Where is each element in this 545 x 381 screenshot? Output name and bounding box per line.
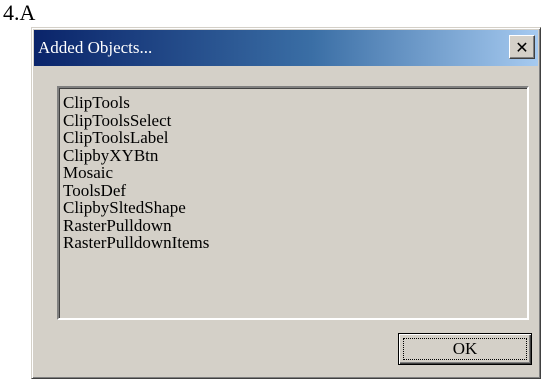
added-objects-dialog: Added Objects... ✕ ClipTools ClipToolsSe… bbox=[31, 27, 541, 379]
dialog-title: Added Objects... bbox=[38, 38, 153, 57]
ok-button-label: OK bbox=[452, 339, 478, 358]
list-item[interactable]: ClipTools bbox=[63, 94, 527, 112]
list-item[interactable]: ClipbySltedShape bbox=[63, 199, 527, 217]
list-item[interactable]: ToolsDef bbox=[63, 181, 527, 200]
list-item[interactable]: Mosaic bbox=[63, 164, 527, 182]
close-button[interactable]: ✕ bbox=[509, 35, 535, 59]
step-label: 4.A bbox=[3, 0, 36, 25]
objects-list[interactable]: ClipTools ClipToolsSelect ClipToolsLabel… bbox=[57, 86, 529, 320]
list-item[interactable]: RasterPulldown bbox=[63, 216, 527, 235]
list-item[interactable]: ClipToolsLabel bbox=[63, 129, 527, 147]
list-item[interactable]: ClipbyXYBtn bbox=[63, 146, 527, 165]
title-bar[interactable]: Added Objects... ✕ bbox=[34, 30, 538, 66]
close-icon: ✕ bbox=[515, 37, 529, 57]
list-item[interactable]: RasterPulldownItems bbox=[63, 234, 527, 252]
ok-button[interactable]: OK bbox=[398, 333, 532, 365]
list-item[interactable]: ClipToolsSelect bbox=[63, 111, 527, 130]
